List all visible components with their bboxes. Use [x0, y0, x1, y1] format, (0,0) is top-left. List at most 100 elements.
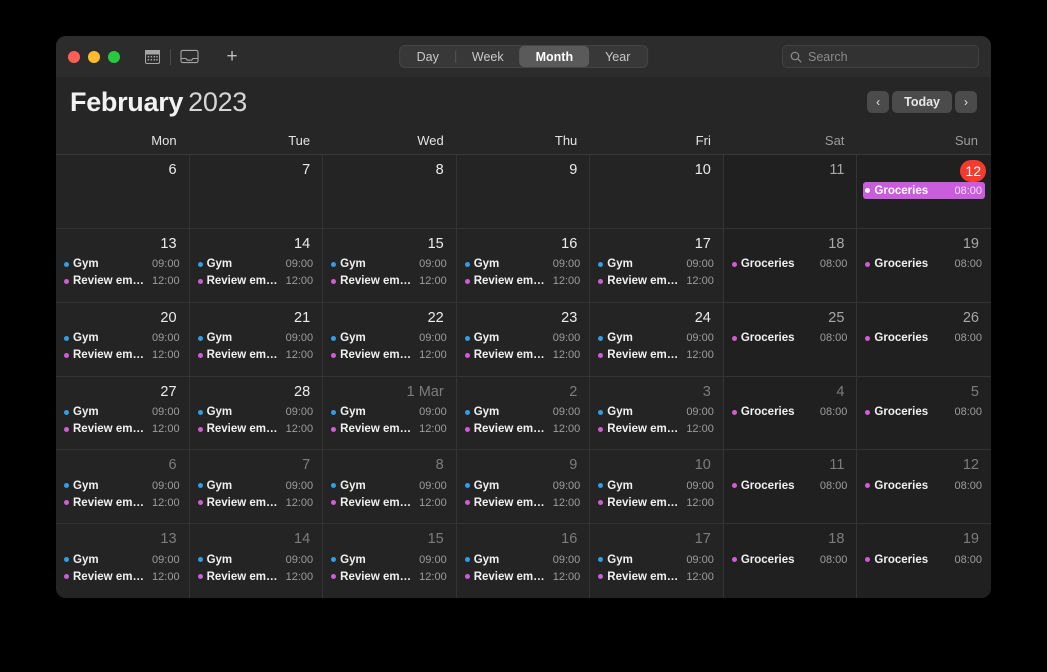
day-cell[interactable]: 15 Gym 09:00 Review emails 12:00 — [323, 228, 457, 303]
add-event-button[interactable]: + — [217, 45, 247, 69]
previous-month-button[interactable]: ‹ — [867, 91, 890, 113]
day-cell[interactable]: 11 Groceries 08:00 — [723, 450, 858, 525]
calendar-event[interactable]: Review emails 12:00 — [329, 421, 450, 438]
day-cell[interactable]: 17 Gym 09:00 Review emails 12:00 — [590, 228, 724, 303]
calendar-event[interactable]: Gym 09:00 — [329, 256, 450, 273]
calendar-event[interactable]: Gym 09:00 — [196, 477, 317, 494]
calendar-event[interactable]: Gym 09:00 — [329, 330, 450, 347]
calendar-event[interactable]: Gym 09:00 — [596, 551, 717, 568]
calendar-event[interactable]: Gym 09:00 — [329, 477, 450, 494]
calendar-event[interactable]: Gym 09:00 — [196, 404, 317, 421]
day-cell[interactable]: 25 Groceries 08:00 — [723, 302, 858, 377]
day-cell[interactable]: 16 Gym 09:00 Review emails 12:00 — [456, 524, 591, 598]
calendar-event[interactable]: Groceries 08:00 — [730, 551, 851, 568]
search-field[interactable] — [782, 45, 979, 68]
calendar-event[interactable]: Groceries 08:00 — [730, 404, 851, 421]
calendar-event[interactable]: Gym 09:00 — [463, 551, 584, 568]
calendar-event[interactable]: Groceries 08:00 — [730, 330, 851, 347]
day-cell[interactable]: 9 Gym 09:00 Review emails 12:00 — [456, 450, 591, 525]
day-cell[interactable]: 22 Gym 09:00 Review emails 12:00 — [323, 302, 457, 377]
calendar-event[interactable]: Gym 09:00 — [596, 256, 717, 273]
day-cell[interactable]: 23 Gym 09:00 Review emails 12:00 — [456, 302, 591, 377]
calendar-event[interactable]: Groceries 08:00 — [730, 256, 851, 273]
calendar-event[interactable]: Gym 09:00 — [62, 330, 183, 347]
calendar-event[interactable]: Review emails 12:00 — [596, 421, 717, 438]
calendar-event[interactable]: Gym 09:00 — [62, 551, 183, 568]
calendar-event[interactable]: Gym 09:00 — [62, 404, 183, 421]
calendar-event[interactable]: Gym 09:00 — [463, 404, 584, 421]
calendar-event[interactable]: Review emails 12:00 — [463, 421, 584, 438]
day-cell[interactable]: 12 Groceries 08:00 — [857, 450, 991, 525]
day-cell[interactable]: 13 Gym 09:00 Review emails 12:00 — [56, 228, 190, 303]
calendar-event[interactable]: Review emails 12:00 — [596, 568, 717, 585]
tab-day[interactable]: Day — [401, 46, 455, 67]
day-cell[interactable]: 14 Gym 09:00 Review emails 12:00 — [189, 524, 324, 598]
minimize-button[interactable] — [88, 50, 100, 63]
day-cell[interactable]: 4 Groceries 08:00 — [723, 376, 858, 451]
day-cell[interactable]: 1 Mar Gym 09:00 Review emails 12:00 — [323, 376, 457, 451]
calendar-event[interactable]: Review emails 12:00 — [329, 273, 450, 290]
day-cell[interactable]: 6 — [56, 155, 190, 229]
today-button[interactable]: Today — [892, 91, 952, 113]
calendar-event[interactable]: Review emails 12:00 — [62, 273, 183, 290]
calendar-event[interactable]: Groceries 08:00 — [863, 182, 985, 199]
maximize-button[interactable] — [108, 50, 120, 63]
calendar-event[interactable]: Review emails 12:00 — [62, 568, 183, 585]
day-cell[interactable]: 20 Gym 09:00 Review emails 12:00 — [56, 302, 190, 377]
calendar-event[interactable]: Review emails 12:00 — [62, 494, 183, 511]
calendar-icon[interactable] — [138, 45, 166, 69]
calendar-event[interactable]: Gym 09:00 — [196, 551, 317, 568]
next-month-button[interactable]: › — [955, 91, 977, 113]
day-cell[interactable]: 19 Groceries 08:00 — [857, 228, 991, 303]
inbox-icon[interactable] — [175, 45, 203, 69]
calendar-event[interactable]: Gym 09:00 — [463, 256, 584, 273]
calendar-event[interactable]: Groceries 08:00 — [863, 256, 985, 273]
day-cell[interactable]: 12 Groceries 08:00 — [857, 155, 991, 229]
tab-week[interactable]: Week — [456, 46, 520, 67]
tab-year[interactable]: Year — [589, 46, 646, 67]
day-cell[interactable]: 8 — [323, 155, 457, 229]
day-cell[interactable]: 2 Gym 09:00 Review emails 12:00 — [456, 376, 591, 451]
day-cell[interactable]: 7 Gym 09:00 Review emails 12:00 — [189, 450, 324, 525]
calendar-event[interactable]: Gym 09:00 — [196, 330, 317, 347]
search-input[interactable] — [808, 49, 971, 64]
calendar-event[interactable]: Review emails 12:00 — [329, 494, 450, 511]
calendar-event[interactable]: Review emails 12:00 — [62, 347, 183, 364]
calendar-event[interactable]: Review emails 12:00 — [329, 347, 450, 364]
calendar-event[interactable]: Gym 09:00 — [596, 404, 717, 421]
calendar-event[interactable]: Review emails 12:00 — [62, 421, 183, 438]
calendar-event[interactable]: Gym 09:00 — [62, 477, 183, 494]
day-cell[interactable]: 10 Gym 09:00 Review emails 12:00 — [590, 450, 724, 525]
day-cell[interactable]: 11 — [723, 155, 858, 229]
day-cell[interactable]: 8 Gym 09:00 Review emails 12:00 — [323, 450, 457, 525]
calendar-event[interactable]: Gym 09:00 — [62, 256, 183, 273]
calendar-event[interactable]: Review emails 12:00 — [196, 568, 317, 585]
calendar-event[interactable]: Groceries 08:00 — [863, 551, 985, 568]
day-cell[interactable]: 9 — [456, 155, 591, 229]
day-cell[interactable]: 5 Groceries 08:00 — [857, 376, 991, 451]
calendar-event[interactable]: Groceries 08:00 — [863, 404, 985, 421]
calendar-event[interactable]: Review emails 12:00 — [196, 347, 317, 364]
day-cell[interactable]: 14 Gym 09:00 Review emails 12:00 — [189, 228, 324, 303]
calendar-event[interactable]: Gym 09:00 — [596, 477, 717, 494]
calendar-event[interactable]: Groceries 08:00 — [863, 330, 985, 347]
calendar-event[interactable]: Gym 09:00 — [596, 330, 717, 347]
calendar-event[interactable]: Review emails 12:00 — [196, 494, 317, 511]
calendar-event[interactable]: Gym 09:00 — [463, 330, 584, 347]
calendar-event[interactable]: Gym 09:00 — [196, 256, 317, 273]
day-cell[interactable]: 26 Groceries 08:00 — [857, 302, 991, 377]
calendar-event[interactable]: Gym 09:00 — [329, 404, 450, 421]
day-cell[interactable]: 18 Groceries 08:00 — [723, 228, 858, 303]
calendar-event[interactable]: Review emails 12:00 — [463, 568, 584, 585]
calendar-event[interactable]: Review emails 12:00 — [196, 273, 317, 290]
calendar-event[interactable]: Groceries 08:00 — [730, 477, 851, 494]
calendar-event[interactable]: Review emails 12:00 — [596, 273, 717, 290]
calendar-event[interactable]: Gym 09:00 — [329, 551, 450, 568]
calendar-event[interactable]: Review emails 12:00 — [196, 421, 317, 438]
day-cell[interactable]: 15 Gym 09:00 Review emails 12:00 — [323, 524, 457, 598]
day-cell[interactable]: 3 Gym 09:00 Review emails 12:00 — [590, 376, 724, 451]
day-cell[interactable]: 10 — [590, 155, 724, 229]
day-cell[interactable]: 17 Gym 09:00 Review emails 12:00 — [590, 524, 724, 598]
calendar-event[interactable]: Review emails 12:00 — [329, 568, 450, 585]
day-cell[interactable]: 28 Gym 09:00 Review emails 12:00 — [189, 376, 324, 451]
